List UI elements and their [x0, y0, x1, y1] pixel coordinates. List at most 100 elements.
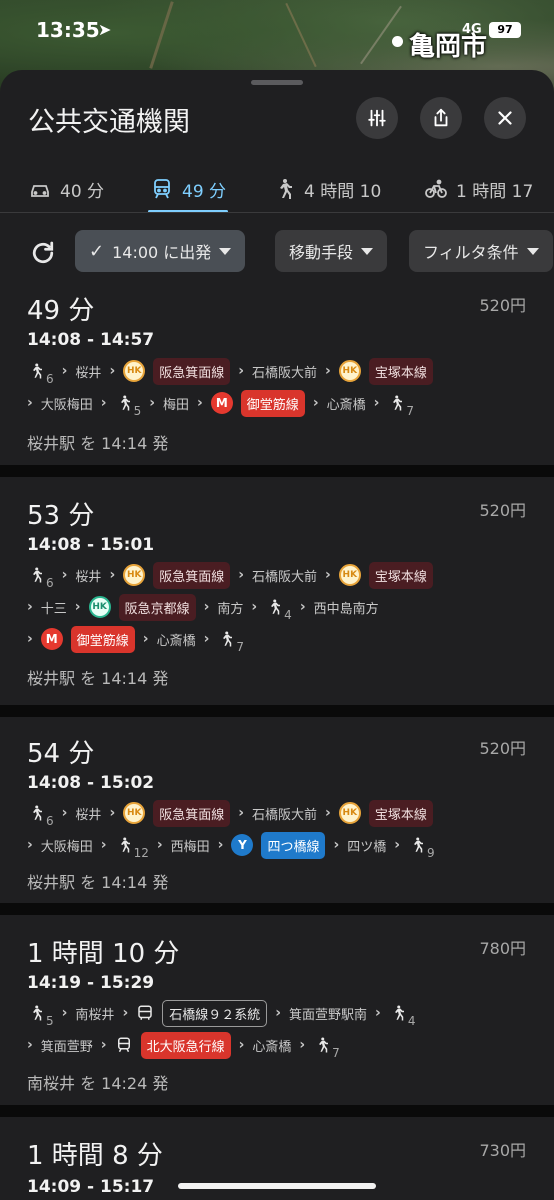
divider	[0, 212, 554, 213]
station: 石橋阪大前	[252, 365, 318, 381]
hankyu-icon: HK	[123, 360, 146, 382]
route-card[interactable]: 53 分 520円 14:08 - 15:01 6 › 桜井 › HK 阪急箕面…	[0, 477, 554, 705]
chevron-right-icon: ›	[109, 363, 116, 379]
route-departure: 桜井駅 を 14:14 発	[27, 434, 169, 453]
transport-mode-label: 移動手段	[289, 243, 354, 262]
chevron-right-icon: ›	[109, 567, 116, 583]
route-card[interactable]: 54 分 520円 14:08 - 15:02 6 › 桜井 › HK 阪急箕面…	[0, 717, 554, 903]
walk-icon	[33, 805, 42, 821]
line-badge: 阪急箕面線	[153, 561, 231, 589]
route-separator	[0, 465, 554, 477]
chevron-right-icon: ›	[122, 1005, 129, 1021]
check-icon: ✓	[89, 240, 105, 262]
route-card[interactable]: 49 分 520円 14:08 - 14:57 6 › 桜井 › HK 阪急箕面…	[0, 280, 554, 465]
close-button[interactable]	[484, 97, 526, 139]
chevron-right-icon: ›	[61, 1005, 68, 1021]
station: 桜井	[75, 365, 102, 381]
chevron-right-icon: ›	[275, 1005, 282, 1021]
directions-sheet: 公共交通機関 40 分 49 分 4 時間 10 1 時間 17 ✓ 14:00…	[0, 70, 554, 1200]
route-steps: 6 › 桜井 › HK 阪急箕面線 › 石橋阪大前 › HK 宝塚本線	[27, 356, 433, 386]
chevron-right-icon: ›	[61, 363, 68, 379]
line-badge: 宝塚本線	[368, 799, 433, 827]
chevron-right-icon: ›	[203, 631, 210, 647]
station: 大阪梅田	[40, 839, 93, 855]
hankyu-icon: HK	[338, 564, 361, 586]
depart-time-chip[interactable]: ✓ 14:00 に出発	[75, 230, 246, 272]
chevron-right-icon: ›	[156, 837, 163, 853]
walk-step: 5	[27, 1003, 54, 1028]
train-icon	[117, 1037, 130, 1053]
sheet-title: 公共交通機関	[28, 107, 190, 138]
route-separator	[0, 903, 554, 915]
tab-transit-label: 49 分	[182, 181, 227, 202]
home-indicator	[178, 1183, 376, 1189]
transport-mode-chip[interactable]: 移動手段	[275, 230, 388, 272]
status-time: 13:35	[36, 18, 100, 42]
chevron-right-icon: ›	[238, 805, 245, 821]
line-badge: 阪急京都線	[118, 593, 196, 621]
chevron-down-icon	[526, 247, 539, 255]
tab-drive-label: 40 分	[60, 181, 105, 202]
location-arrow-icon: ➤	[98, 20, 112, 39]
map-road	[360, 5, 402, 65]
walk-icon	[280, 179, 292, 199]
walk-step: 12	[115, 835, 149, 860]
sheet-grabber[interactable]	[251, 80, 303, 85]
station: 西中島南方	[313, 601, 379, 617]
chevron-right-icon: ›	[27, 395, 33, 411]
tab-bike-label: 1 時間 17	[456, 181, 534, 202]
route-price: 520円	[479, 296, 526, 315]
hankyu-icon: HK	[338, 802, 361, 824]
depart-time-label: 14:00 に出発	[112, 243, 212, 262]
station: 心斎橋	[326, 397, 366, 413]
filter-bar: ✓ 14:00 に出発 移動手段 フィルタ条件	[0, 230, 554, 274]
tab-walk[interactable]: 4 時間 10	[272, 166, 381, 212]
train-icon	[154, 179, 170, 199]
tab-bike[interactable]: 1 時間 17	[424, 166, 533, 212]
bus-icon	[138, 1005, 152, 1020]
station: 石橋阪大前	[252, 807, 318, 823]
car-icon	[31, 185, 49, 197]
chevron-down-icon	[361, 247, 374, 255]
line-badge: 阪急箕面線	[153, 799, 231, 827]
tab-transit[interactable]: 49 分	[150, 166, 226, 212]
options-button[interactable]	[356, 97, 398, 139]
tab-drive[interactable]: 40 分	[28, 166, 104, 212]
chevron-right-icon: ›	[375, 1005, 381, 1021]
subway-m-icon: M	[210, 392, 233, 414]
line-badge: 宝塚本線	[368, 357, 433, 385]
route-departure: 桜井駅 を 14:14 発	[27, 669, 169, 688]
station: 十三	[40, 601, 67, 617]
chevron-right-icon: ›	[251, 599, 258, 615]
walk-icon	[394, 1005, 404, 1021]
chevron-right-icon: ›	[61, 805, 68, 821]
station: 梅田	[163, 397, 190, 413]
refresh-icon[interactable]	[28, 238, 58, 268]
hankyu-icon: HK	[123, 802, 146, 824]
route-duration: 54 分	[27, 739, 95, 769]
chevron-right-icon: ›	[61, 567, 68, 583]
filter-criteria-chip[interactable]: フィルタ条件	[409, 230, 553, 272]
chevron-right-icon: ›	[203, 599, 210, 615]
route-steps: › M 御堂筋線 › 心斎橋 › 7	[27, 624, 244, 654]
chevron-right-icon: ›	[142, 631, 149, 647]
route-time: 14:09 - 15:17	[27, 1177, 155, 1197]
share-button[interactable]	[420, 97, 462, 139]
chevron-right-icon: ›	[27, 837, 33, 853]
sliders-icon	[368, 109, 386, 127]
route-time: 14:19 - 15:29	[27, 973, 155, 993]
subway-y-icon: Y	[231, 834, 254, 856]
walk-icon	[120, 395, 130, 411]
walk-icon	[319, 1037, 329, 1053]
chevron-right-icon: ›	[312, 395, 319, 411]
station: 石橋阪大前	[252, 569, 318, 585]
route-steps: 6 › 桜井 › HK 阪急箕面線 › 石橋阪大前 › HK 宝塚本線	[27, 798, 433, 828]
route-steps: › 十三 › HK 阪急京都線 › 南方 › 4 › 西中島南方	[27, 592, 379, 622]
line-badge: 御堂筋線	[70, 625, 135, 653]
tab-walk-label: 4 時間 10	[304, 181, 382, 202]
station: 南方	[217, 601, 244, 617]
walk-step: 7	[313, 1035, 340, 1060]
route-card[interactable]: 1 時間 10 分 780円 14:19 - 15:29 5 › 南桜井 › 石…	[0, 915, 554, 1105]
station: 西梅田	[170, 839, 210, 855]
chevron-right-icon: ›	[325, 363, 331, 379]
